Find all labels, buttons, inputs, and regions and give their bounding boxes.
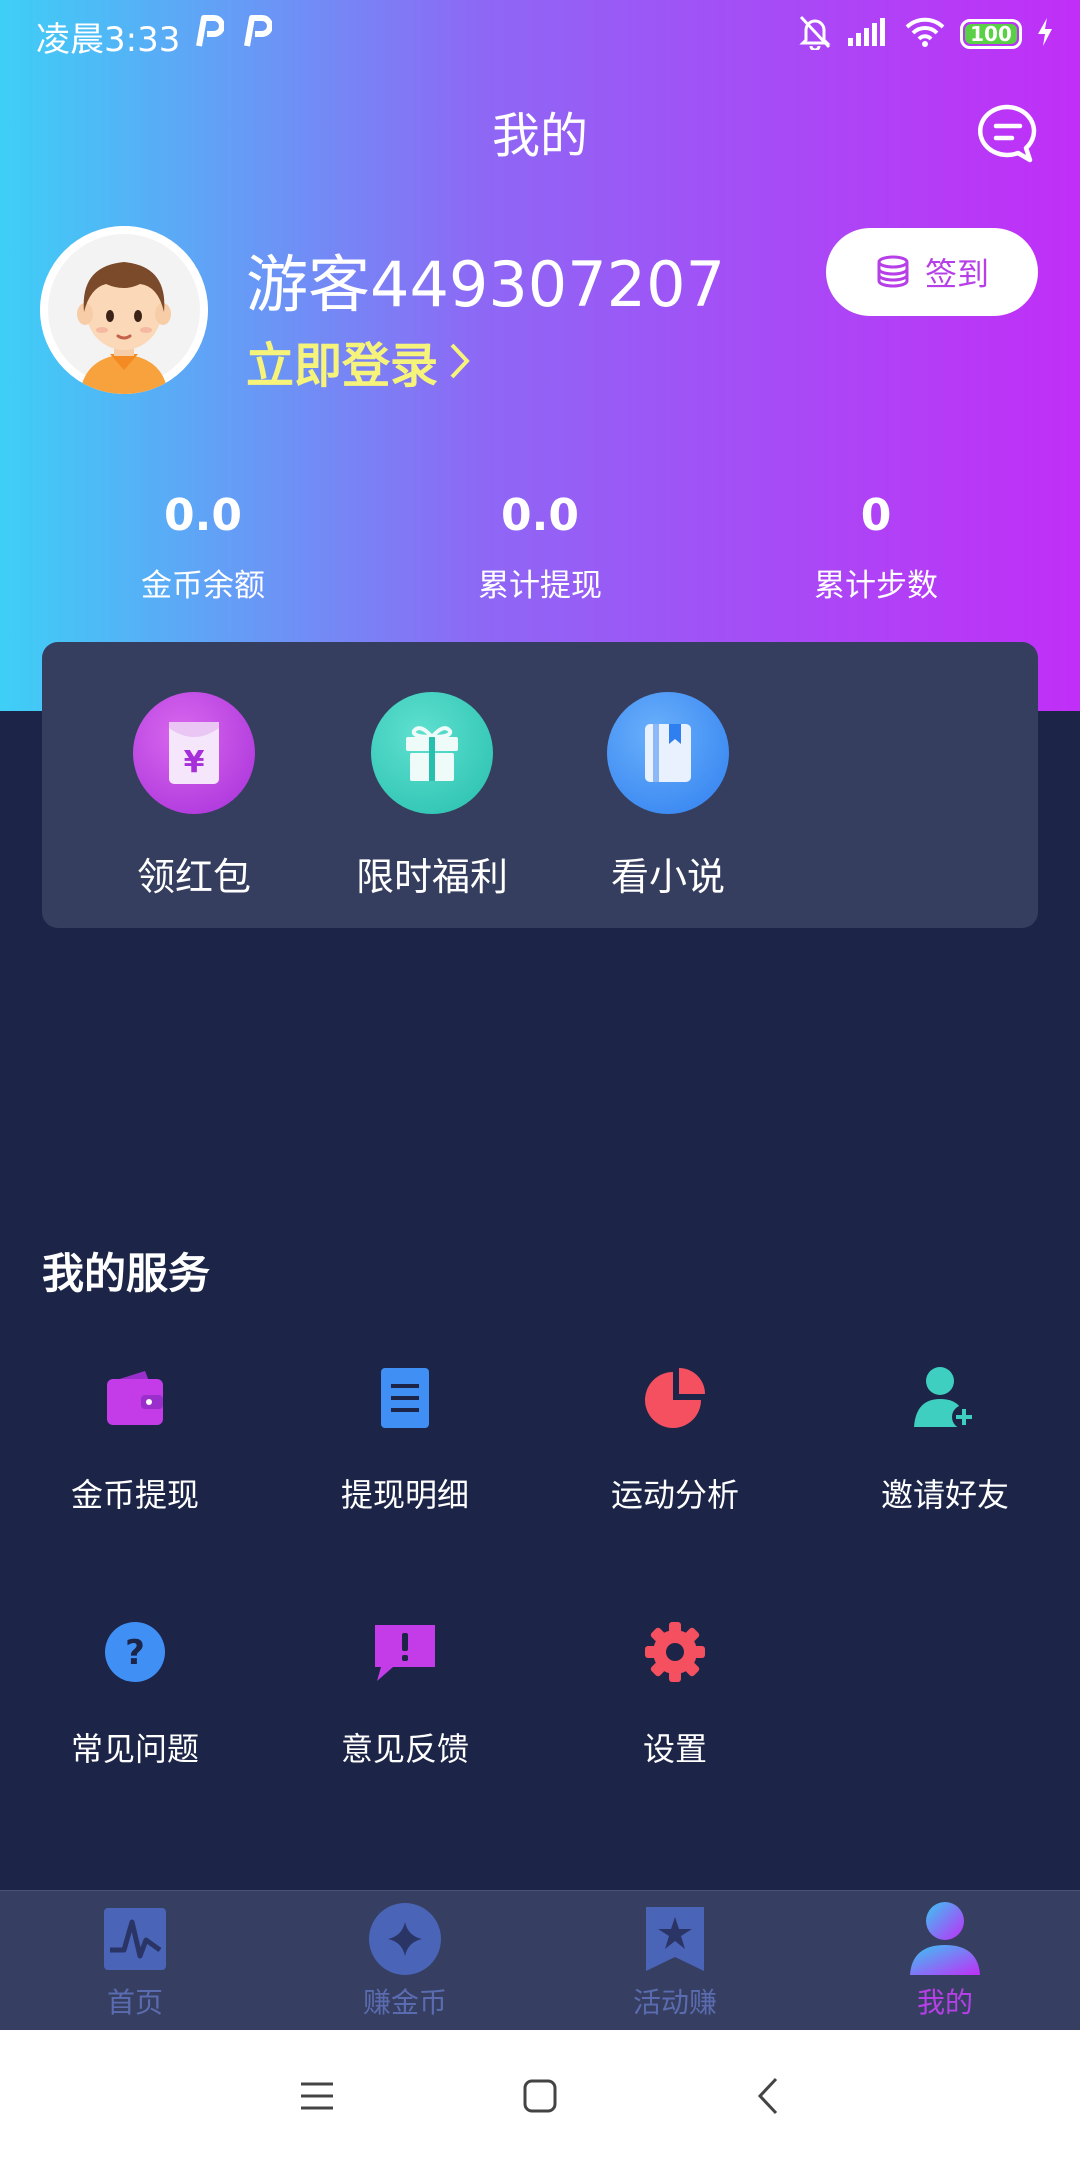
- quick-action-read-novels[interactable]: 看小说: [558, 692, 778, 901]
- service-invite-friends[interactable]: 邀请好友: [810, 1362, 1080, 1516]
- tab-home[interactable]: 首页: [0, 1901, 270, 2021]
- quick-action-label: 看小说: [610, 855, 725, 899]
- p-app-icon: [194, 14, 225, 48]
- stat-label: 累计步数: [814, 568, 938, 604]
- service-label: 金币提现: [70, 1476, 199, 1514]
- bottom-tab-bar: 首页 赚金币 活动赚 我的: [0, 1890, 1080, 2031]
- service-faq[interactable]: ? 常见问题: [0, 1616, 270, 1770]
- status-bar: 凌晨3:33 100: [0, 0, 1080, 70]
- battery-icon: 100: [960, 19, 1022, 49]
- tab-label: 活动赚: [632, 1986, 717, 2019]
- tab-earn-coins[interactable]: 赚金币: [270, 1901, 540, 2021]
- service-settings[interactable]: 设置: [540, 1616, 810, 1770]
- signin-label: 签到: [924, 255, 989, 293]
- back-icon[interactable]: [738, 2066, 798, 2126]
- quick-actions-card: ¥ 领红包 限时福利 看小说: [42, 642, 1038, 928]
- service-coin-withdraw[interactable]: 金币提现: [0, 1362, 270, 1516]
- stat-total-steps[interactable]: 0 累计步数: [726, 490, 1026, 605]
- svg-text:¥: ¥: [184, 745, 205, 780]
- menu-icon[interactable]: [287, 2066, 347, 2126]
- quick-action-label: 限时福利: [355, 855, 508, 899]
- svg-text:?: ?: [125, 1633, 145, 1673]
- status-time: 凌晨3:33: [36, 20, 181, 60]
- book-icon: [607, 692, 729, 814]
- wifi-icon: [904, 16, 946, 52]
- charging-icon: [1036, 17, 1054, 51]
- star-bookmark-icon: [637, 1901, 713, 1977]
- add-user-icon: [909, 1362, 981, 1434]
- service-label: 设置: [642, 1730, 707, 1768]
- p-app-icon: [242, 14, 273, 48]
- pulse-icon: [97, 1901, 173, 1977]
- service-label: 常见问题: [70, 1730, 199, 1768]
- chat-bubble-icon: [978, 104, 1037, 163]
- gift-icon: [371, 692, 493, 814]
- sparkle-coin-icon: [367, 1901, 443, 1977]
- home-icon[interactable]: [510, 2066, 570, 2126]
- quick-action-red-envelope[interactable]: ¥ 领红包: [84, 692, 304, 901]
- service-sport-analysis[interactable]: 运动分析: [540, 1362, 810, 1516]
- feedback-icon: [369, 1616, 441, 1688]
- username: 游客449307207: [246, 248, 726, 321]
- stat-value: 0: [860, 490, 892, 541]
- quick-action-limited-benefits[interactable]: 限时福利: [322, 692, 542, 901]
- login-text: 立即登录: [246, 338, 439, 394]
- red-envelope-icon: ¥: [133, 692, 255, 814]
- chevron-right-icon: [450, 343, 470, 379]
- tab-label: 我的: [916, 1986, 973, 2019]
- tab-label: 首页: [106, 1986, 163, 2019]
- tab-mine[interactable]: 我的: [810, 1901, 1080, 2021]
- tab-label: 赚金币: [362, 1986, 447, 2019]
- service-label: 意见反馈: [340, 1730, 469, 1768]
- stat-value: 0.0: [164, 490, 242, 541]
- avatar[interactable]: [40, 226, 208, 394]
- pie-chart-icon: [639, 1362, 711, 1434]
- stat-label: 累计提现: [478, 568, 602, 604]
- battery-level: 100: [970, 22, 1012, 46]
- service-withdraw-details[interactable]: 提现明细: [270, 1362, 540, 1516]
- message-button[interactable]: [976, 102, 1040, 166]
- service-feedback[interactable]: 意见反馈: [270, 1616, 540, 1770]
- stat-total-withdrawn[interactable]: 0.0 累计提现: [390, 490, 690, 605]
- signal-icon: [846, 16, 890, 52]
- quick-action-label: 领红包: [136, 855, 251, 899]
- service-label: 提现明细: [340, 1476, 469, 1514]
- tab-activity-earn[interactable]: 活动赚: [540, 1901, 810, 2021]
- coins-icon: [877, 255, 909, 288]
- document-icon: [369, 1362, 441, 1434]
- stat-label: 金币余额: [141, 568, 265, 604]
- mute-bell-icon: [798, 14, 832, 54]
- stat-coin-balance[interactable]: 0.0 金币余额: [53, 490, 353, 605]
- page-title: 我的: [491, 108, 588, 164]
- question-icon: ?: [99, 1616, 171, 1688]
- services-title: 我的服务: [42, 1249, 211, 1298]
- user-icon: [907, 1901, 983, 1977]
- wallet-icon: [99, 1362, 171, 1434]
- gear-icon: [639, 1616, 711, 1688]
- service-label: 运动分析: [610, 1476, 739, 1514]
- service-label: 邀请好友: [880, 1476, 1009, 1514]
- signin-button[interactable]: 签到: [826, 228, 1038, 316]
- system-nav-bar: [0, 2030, 1080, 2160]
- login-link[interactable]: 立即登录: [246, 326, 472, 396]
- stat-value: 0.0: [501, 490, 579, 541]
